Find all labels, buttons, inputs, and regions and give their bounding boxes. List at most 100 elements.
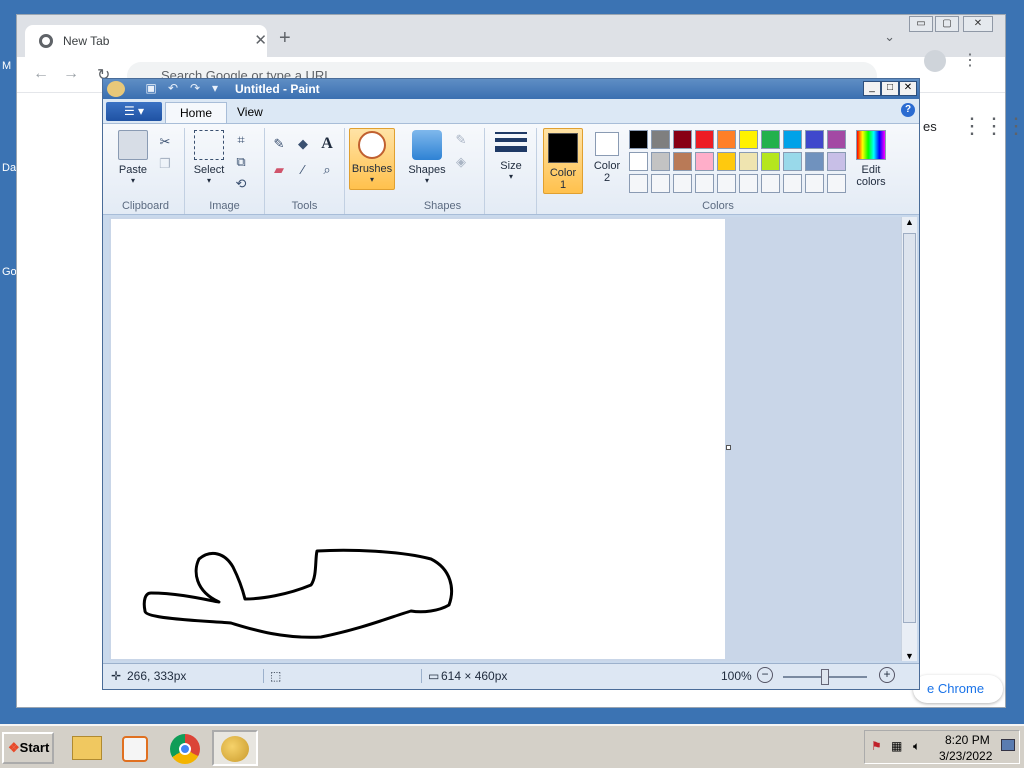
fill-icon[interactable]: ◆ <box>293 134 313 154</box>
start-button[interactable]: ❖Start <box>2 732 54 764</box>
tab-home[interactable]: Home <box>165 102 228 123</box>
custom-color-slot[interactable] <box>805 174 824 193</box>
drawing-canvas[interactable] <box>111 219 725 659</box>
palette-swatch[interactable] <box>717 152 736 171</box>
fill-shape-icon[interactable]: ◈ <box>451 152 471 172</box>
paint-close-button[interactable]: ✕ <box>899 81 917 96</box>
redo-icon[interactable]: ↷ <box>187 81 203 96</box>
paste-button[interactable]: Paste ▾ <box>113 130 153 185</box>
customize-chrome-button[interactable]: e Chrome <box>913 675 1003 703</box>
custom-color-slot[interactable] <box>739 174 758 193</box>
palette-swatch[interactable] <box>651 130 670 149</box>
taskbar-chrome[interactable] <box>162 730 208 766</box>
custom-color-slot[interactable] <box>673 174 692 193</box>
custom-color-slot[interactable] <box>783 174 802 193</box>
tab-new-tab[interactable]: New Tab ✕ <box>25 25 267 57</box>
custom-color-slot[interactable] <box>629 174 648 193</box>
shapes-button[interactable]: Shapes ▾ <box>405 130 449 185</box>
magnifier-icon[interactable]: ⌕ <box>317 160 337 180</box>
palette-swatch[interactable] <box>761 130 780 149</box>
palette-swatch[interactable] <box>717 130 736 149</box>
scroll-up-icon[interactable]: ▲ <box>905 217 914 227</box>
taskbar-explorer[interactable] <box>64 730 110 766</box>
resize-icon[interactable]: ⧉ <box>231 152 251 172</box>
tab-view[interactable]: View <box>223 102 277 123</box>
help-icon[interactable]: ? <box>901 103 915 117</box>
edit-colors-button[interactable]: Edit colors <box>851 130 891 188</box>
scroll-down-icon[interactable]: ▼ <box>905 651 914 661</box>
palette-swatch[interactable] <box>783 130 802 149</box>
forward-icon[interactable]: → <box>63 65 79 83</box>
taskbar-paint[interactable] <box>212 730 258 766</box>
palette-swatch[interactable] <box>827 152 846 171</box>
paint-app-icon[interactable] <box>107 81 125 97</box>
crop-icon[interactable]: ⌗ <box>231 130 251 150</box>
images-link[interactable]: es <box>923 119 937 134</box>
zoom-slider-thumb[interactable] <box>821 669 829 685</box>
zoom-out-icon[interactable]: − <box>757 667 773 683</box>
zoom-in-icon[interactable]: + <box>879 667 895 683</box>
palette-swatch[interactable] <box>827 130 846 149</box>
select-button[interactable]: Select ▾ <box>189 130 229 185</box>
scroll-thumb[interactable] <box>903 233 916 623</box>
network-icon[interactable]: ▦ <box>891 739 902 753</box>
text-icon[interactable]: A <box>317 134 337 154</box>
paint-minimize-button[interactable]: _ <box>863 81 881 96</box>
back-icon[interactable]: ← <box>33 65 49 83</box>
size-button[interactable]: Size ▾ <box>493 132 529 181</box>
tab-close-icon[interactable]: ✕ <box>254 31 267 49</box>
taskbar-media-player[interactable] <box>112 730 158 766</box>
palette-swatch[interactable] <box>673 130 692 149</box>
tab-search-icon[interactable]: ⌄ <box>884 29 895 45</box>
custom-color-slot[interactable] <box>761 174 780 193</box>
action-center-icon[interactable]: ⚑ <box>871 739 882 753</box>
custom-color-slot[interactable] <box>651 174 670 193</box>
outline-icon[interactable]: ✎ <box>451 130 471 150</box>
volume-icon[interactable]: 🔈︎ <box>913 739 920 754</box>
palette-swatch[interactable] <box>739 130 758 149</box>
chrome-minimize-button[interactable]: ▭ <box>909 16 933 32</box>
color1-button[interactable]: Color 1 <box>543 128 583 194</box>
eraser-icon[interactable]: ▰ <box>269 160 289 180</box>
zoom-slider[interactable] <box>783 669 867 685</box>
chrome-menu-icon[interactable]: ⋮ <box>962 50 978 70</box>
paint-maximize-button[interactable]: □ <box>881 81 899 96</box>
palette-swatch[interactable] <box>805 130 824 149</box>
palette-swatch[interactable] <box>629 130 648 149</box>
clock-time[interactable]: 8:20 PM <box>945 733 990 747</box>
custom-color-slot[interactable] <box>827 174 846 193</box>
copy-icon[interactable]: ❐ <box>155 154 175 174</box>
custom-color-slot[interactable] <box>695 174 714 193</box>
palette-swatch[interactable] <box>805 152 824 171</box>
save-icon[interactable]: ▣ <box>143 81 159 96</box>
show-desktop-icon[interactable] <box>1001 739 1015 751</box>
palette-swatch[interactable] <box>695 152 714 171</box>
brushes-button[interactable]: Brushes ▾ <box>349 128 395 190</box>
palette-swatch[interactable] <box>783 152 802 171</box>
color-picker-icon[interactable]: ⁄ <box>293 160 313 180</box>
palette-swatch[interactable] <box>629 152 648 171</box>
palette-swatch[interactable] <box>739 152 758 171</box>
profile-avatar-icon[interactable] <box>924 50 946 72</box>
pencil-icon[interactable]: ✎ <box>269 134 289 154</box>
chrome-close-button[interactable]: ✕ <box>963 16 993 32</box>
undo-icon[interactable]: ↶ <box>165 81 181 96</box>
custom-color-slot[interactable] <box>717 174 736 193</box>
palette-swatch[interactable] <box>695 130 714 149</box>
status-bar: ✛ 266, 333px ⬚ ▭ 614 × 460px 100% − + <box>103 663 919 689</box>
apps-grid-icon[interactable]: ⋮⋮⋮ <box>961 115 1024 137</box>
color2-button[interactable]: Color 2 <box>587 128 627 194</box>
palette-swatch[interactable] <box>673 152 692 171</box>
file-menu-button[interactable]: ☰ ▾ <box>106 102 162 121</box>
customize-qat-icon[interactable]: ▾ <box>207 81 223 96</box>
cut-icon[interactable]: ✂ <box>155 132 175 152</box>
palette-swatch[interactable] <box>651 152 670 171</box>
clock-date[interactable]: 3/23/2022 <box>939 749 992 763</box>
palette-swatch[interactable] <box>761 152 780 171</box>
rotate-icon[interactable]: ⟲ <box>231 174 251 194</box>
canvas-resize-handle[interactable] <box>726 445 731 450</box>
desktop-icon-label: Go <box>2 266 17 278</box>
chrome-restore-button[interactable]: ▢ <box>935 16 959 32</box>
vertical-scrollbar[interactable]: ▲ ▼ <box>901 217 917 661</box>
new-tab-button[interactable]: + <box>279 27 291 50</box>
